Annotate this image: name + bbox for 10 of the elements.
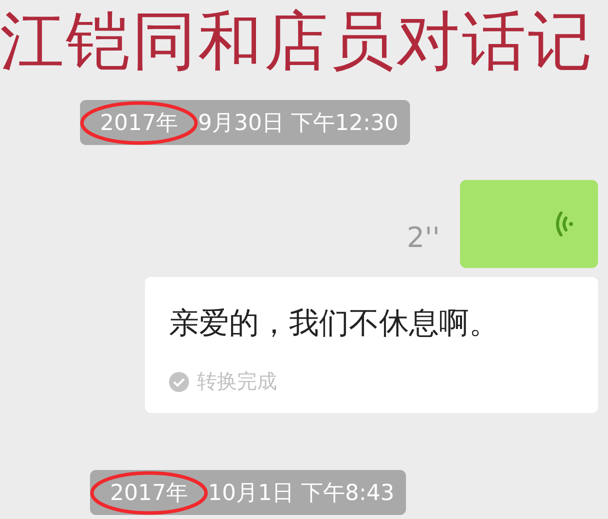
timestamp-text: 9月30日 下午12:30 (198, 110, 398, 138)
timestamp-year: 2017年 (110, 480, 188, 508)
status-text: 转换完成 (197, 368, 277, 395)
transcribed-text: 亲爱的，我们不休息啊。 (169, 305, 500, 343)
timestamp-text: 10月1日 下午8:43 (208, 480, 394, 508)
check-icon (169, 372, 189, 392)
timestamp-year: 2017年 (100, 110, 178, 138)
voice-message[interactable] (460, 180, 598, 268)
voice-duration: 2'' (406, 220, 440, 254)
overlay-title: 江铠同和店员对话记 (0, 6, 594, 78)
